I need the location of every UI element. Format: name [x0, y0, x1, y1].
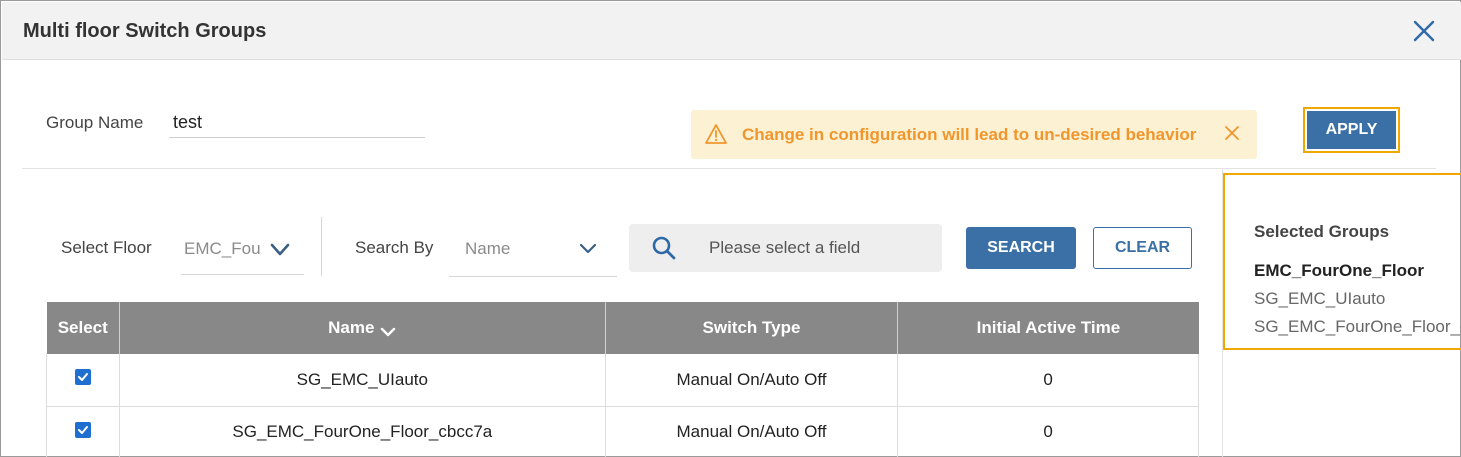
dialog: Multi floor Switch Groups Group Name Cha…: [0, 0, 1461, 457]
row-checkbox[interactable]: [74, 369, 91, 386]
search-input[interactable]: [709, 233, 934, 263]
selected-groups-panel: Selected Groups EMC_FourOne_Floor SG_EMC…: [1223, 173, 1461, 350]
selected-group-item: SG_EMC_FourOne_Floor_c: [1254, 317, 1461, 336]
sort-chevron-down-icon[interactable]: [380, 323, 396, 336]
selected-floor-name: EMC_FourOne_Floor: [1254, 261, 1425, 280]
search-icon: [651, 235, 677, 261]
warning-text: Change in configuration will lead to un-…: [742, 125, 1197, 144]
search-by-select[interactable]: Name: [449, 227, 617, 277]
close-icon[interactable]: [1411, 18, 1437, 44]
column-header-initial-active-time: Initial Active Time: [897, 302, 1199, 354]
row-select-cell: [46, 354, 120, 407]
dialog-title: Multi floor Switch Groups: [23, 20, 267, 42]
floor-select[interactable]: EMC_Fou: [181, 227, 304, 275]
row-initial-active-time: 0: [897, 406, 1199, 457]
table-row: SG_EMC_FourOne_Floor_cbcc7a Manual On/Au…: [46, 406, 1199, 457]
column-header-name-label: Name: [328, 318, 375, 337]
search-box: [629, 224, 942, 272]
row-switch-type: Manual On/Auto Off: [604, 406, 899, 457]
table-row: SG_EMC_UIauto Manual On/Auto Off 0: [46, 354, 1199, 407]
row-name: SG_EMC_UIauto: [118, 354, 606, 407]
column-header-select: Select: [46, 302, 120, 354]
selected-groups-title: Selected Groups: [1254, 222, 1390, 241]
group-name-input[interactable]: [169, 107, 425, 138]
floor-select-value: EMC_Fou: [184, 239, 261, 258]
warning-banner: Change in configuration will lead to un-…: [691, 110, 1257, 159]
table-header-row: Select Name Switch Type Initial Active T…: [46, 302, 1199, 354]
column-header-switch-type: Switch Type: [605, 302, 899, 354]
apply-button-highlight: APPLY: [1303, 107, 1400, 153]
search-by-value: Name: [465, 239, 511, 258]
group-name-label: Group Name: [46, 113, 144, 132]
row-select-cell: [46, 406, 120, 457]
warning-close-icon[interactable]: [1223, 124, 1241, 142]
row-name: SG_EMC_FourOne_Floor_cbcc7a: [118, 406, 606, 457]
clear-button[interactable]: CLEAR: [1093, 227, 1192, 269]
chevron-down-icon: [578, 242, 598, 256]
column-header-name[interactable]: Name: [119, 302, 606, 354]
switch-groups-table: Select Name Switch Type Initial Active T…: [46, 302, 1199, 457]
dialog-header: Multi floor Switch Groups: [2, 2, 1461, 60]
warning-icon: [705, 123, 727, 145]
search-by-label: Search By: [355, 238, 434, 257]
select-floor-label: Select Floor: [61, 238, 152, 257]
apply-button[interactable]: APPLY: [1307, 111, 1396, 149]
divider: [22, 168, 1436, 169]
row-initial-active-time: 0: [897, 354, 1199, 407]
selected-group-item: SG_EMC_UIauto: [1254, 289, 1386, 308]
chevron-down-icon: [270, 243, 290, 257]
search-button[interactable]: SEARCH: [966, 227, 1076, 269]
row-checkbox[interactable]: [74, 421, 91, 438]
row-switch-type: Manual On/Auto Off: [604, 354, 899, 407]
filter-separator: [321, 217, 322, 276]
